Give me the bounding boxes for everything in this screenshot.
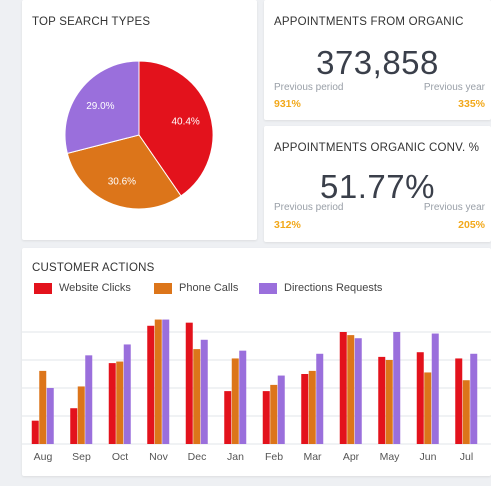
conversion-prev-period-label: Previous period bbox=[274, 202, 344, 213]
appointments-prev-year-label: Previous year bbox=[423, 82, 485, 93]
bar bbox=[354, 338, 362, 444]
bar bbox=[262, 391, 270, 444]
bar-chart: Aug Sep Oct Nov Dec Jan Feb Mar Apr May Jun Jul bbox=[22, 319, 491, 463]
bar bbox=[154, 319, 162, 444]
conversion-prev-period-value: 312% bbox=[274, 219, 301, 231]
appointments-prev-year-value: 335% bbox=[458, 98, 485, 110]
appointments-from-organic-card: APPOINTMENTS FROM ORGANIC 373,858 Previo… bbox=[264, 0, 491, 120]
top-search-types-card: TOP SEARCH TYPES 40.4% 30.6% 29.0% bbox=[22, 0, 257, 240]
bar bbox=[231, 358, 239, 444]
appointments-prev-period-label: Previous period bbox=[274, 82, 344, 93]
bar bbox=[193, 349, 201, 444]
conversion-title: APPOINTMENTS ORGANIC CONV. % bbox=[274, 142, 480, 154]
bar bbox=[270, 384, 278, 444]
appointments-value: 373,858 bbox=[316, 44, 439, 81]
x-tick-label: Oct bbox=[112, 451, 128, 463]
bar bbox=[108, 363, 116, 444]
conversion-prev-year-label: Previous year bbox=[423, 202, 485, 213]
bar bbox=[185, 322, 193, 444]
x-tick-label: Apr bbox=[343, 451, 360, 463]
bar bbox=[224, 391, 232, 444]
x-tick-label: Nov bbox=[149, 451, 168, 463]
conversion-prev-year-value: 205% bbox=[458, 219, 485, 231]
bar bbox=[239, 350, 247, 444]
pie-slice-label: 30.6% bbox=[108, 177, 136, 188]
bar bbox=[301, 374, 309, 444]
bar bbox=[431, 333, 439, 444]
pie-chart: 40.4% 30.6% 29.0% bbox=[64, 60, 214, 210]
bar bbox=[393, 332, 401, 444]
conversion-value: 51.77% bbox=[320, 168, 435, 205]
pie-slice-label: 40.4% bbox=[171, 116, 199, 127]
bar bbox=[39, 370, 47, 444]
customer-actions-card: CUSTOMER ACTIONS Website Clicks Phone Cal… bbox=[22, 248, 491, 476]
bar bbox=[31, 420, 39, 444]
x-tick-label: Feb bbox=[265, 451, 283, 463]
bar bbox=[147, 325, 155, 444]
x-tick-label: Aug bbox=[34, 451, 53, 463]
appointments-prev-period-value: 931% bbox=[274, 98, 301, 110]
x-tick-label: Jun bbox=[420, 451, 437, 463]
appointments-organic-conv-card: APPOINTMENTS ORGANIC CONV. % 51.77% Prev… bbox=[264, 126, 491, 242]
bar bbox=[77, 386, 85, 444]
bar bbox=[85, 355, 93, 444]
x-tick-label: Dec bbox=[188, 451, 207, 463]
appointments-title: APPOINTMENTS FROM ORGANIC bbox=[274, 16, 464, 28]
x-tick-label: Jan bbox=[227, 451, 244, 463]
bar bbox=[455, 358, 463, 444]
bar bbox=[308, 370, 316, 444]
bar bbox=[347, 335, 355, 444]
x-tick-label: Mar bbox=[303, 451, 322, 463]
x-tick-label: May bbox=[380, 451, 401, 463]
bar bbox=[416, 352, 424, 444]
bar bbox=[378, 356, 386, 444]
bar bbox=[200, 339, 208, 444]
bar bbox=[116, 361, 124, 444]
bar bbox=[70, 408, 78, 444]
x-tick-label: Jul bbox=[460, 451, 473, 463]
bar bbox=[123, 344, 131, 444]
bar bbox=[339, 332, 347, 444]
bar bbox=[316, 353, 324, 444]
bar bbox=[424, 372, 432, 444]
x-tick-label: Sep bbox=[72, 451, 91, 463]
bar bbox=[162, 319, 170, 444]
pie-slice-label: 29.0% bbox=[86, 101, 114, 112]
bar bbox=[277, 375, 285, 444]
bar bbox=[385, 360, 393, 444]
bar bbox=[462, 380, 470, 444]
bar bbox=[470, 353, 478, 444]
bar bbox=[46, 388, 54, 444]
